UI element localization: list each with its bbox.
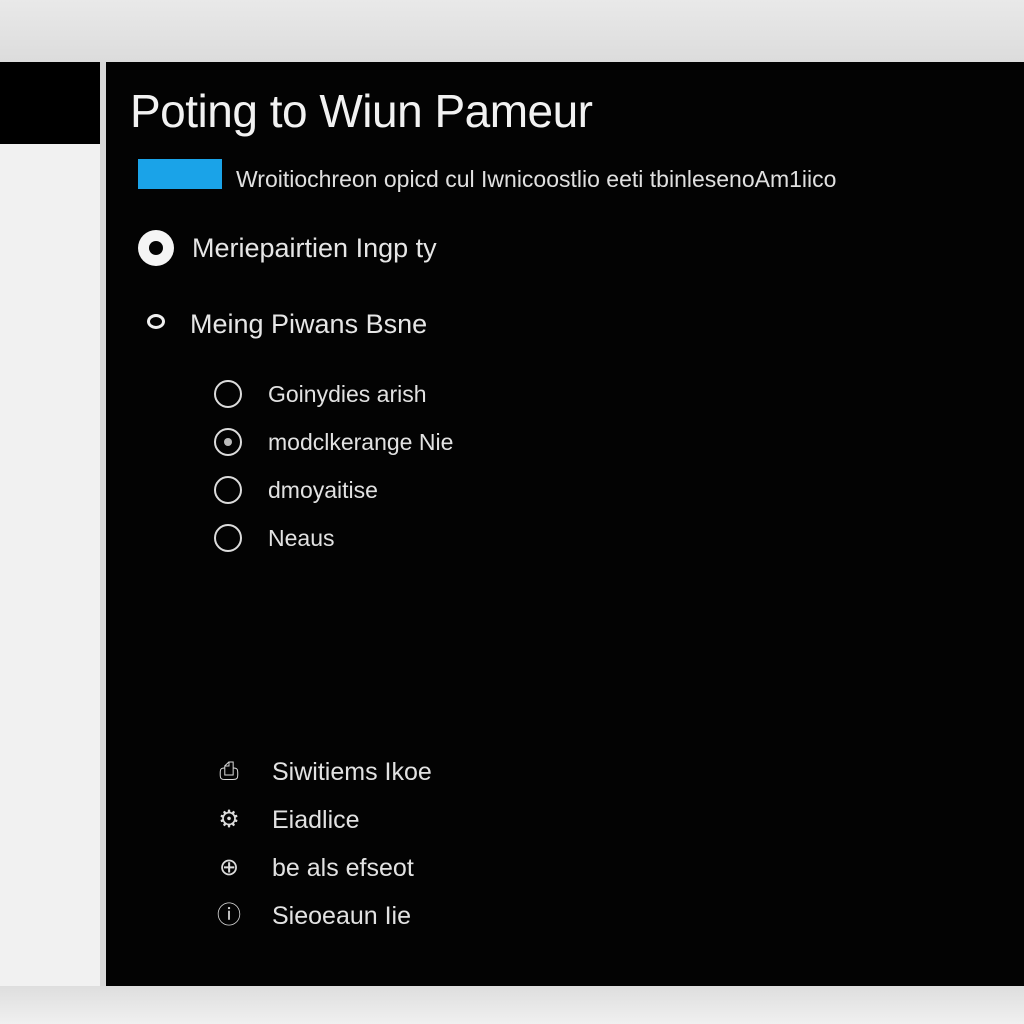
- main-panel: Poting to Wiun Pameur Wroitiochreon opic…: [106, 62, 1024, 986]
- sub-option-list: Goinydies arish modclkerange Nie dmoyait…: [214, 370, 453, 562]
- settings-icon: ⚙: [218, 806, 240, 833]
- footer-item-label: Sieoeaun Iie: [272, 901, 412, 930]
- sub-option[interactable]: Neaus: [214, 514, 453, 562]
- sub-option-label: Neaus: [268, 524, 335, 551]
- footer-item[interactable]: ⊕ be als efseot: [214, 844, 432, 892]
- section-header[interactable]: Meing Piwans Bsne: [144, 306, 427, 342]
- radio-icon[interactable]: [214, 380, 242, 408]
- side-panel: [0, 62, 100, 990]
- primary-option[interactable]: Meriepairtien Ingp ty: [138, 228, 437, 268]
- radio-icon[interactable]: [214, 524, 242, 552]
- radio-icon[interactable]: [214, 428, 242, 456]
- footer-item[interactable]: ⚙ Eiadlice: [214, 796, 432, 844]
- footer-item-label: be als efseot: [272, 853, 414, 882]
- footer-item-label: Siwitiems Ikoe: [272, 757, 432, 786]
- footer-item[interactable]: ⎙ Siwitiems Ikoe: [214, 748, 432, 796]
- window-bottom-bar: [0, 986, 1024, 1024]
- section-label: Meing Piwans Bsne: [190, 308, 428, 339]
- info-icon: ⓘ: [217, 902, 241, 929]
- primary-option-label: Meriepairtien Ingp ty: [192, 232, 437, 263]
- sub-option[interactable]: Goinydies arish: [214, 370, 453, 418]
- sub-option-label: Goinydies arish: [268, 380, 427, 407]
- chevron-down-icon[interactable]: [144, 314, 165, 334]
- radio-selected-icon[interactable]: [138, 230, 174, 266]
- accent-block: [138, 159, 222, 189]
- footer-item[interactable]: ⓘ Sieoeaun Iie: [214, 892, 432, 940]
- window-top-bar: [0, 0, 1024, 62]
- globe-icon: ⊕: [218, 854, 240, 881]
- side-panel-header: [0, 62, 100, 144]
- footer-list: ⎙ Siwitiems Ikoe ⚙ Eiadlice ⊕ be als efs…: [214, 748, 432, 940]
- page-title: Poting to Wiun Pameur: [130, 85, 593, 137]
- printer-icon: ⎙: [219, 758, 239, 785]
- sub-option-label: modclkerange Nie: [268, 428, 454, 455]
- description-text: Wroitiochreon opicd cul Iwnicoostlio eet…: [236, 166, 837, 192]
- sub-option[interactable]: modclkerange Nie: [214, 418, 453, 466]
- radio-icon[interactable]: [214, 476, 242, 504]
- sub-option-label: dmoyaitise: [268, 476, 378, 503]
- sub-option[interactable]: dmoyaitise: [214, 466, 453, 514]
- footer-item-label: Eiadlice: [272, 805, 360, 834]
